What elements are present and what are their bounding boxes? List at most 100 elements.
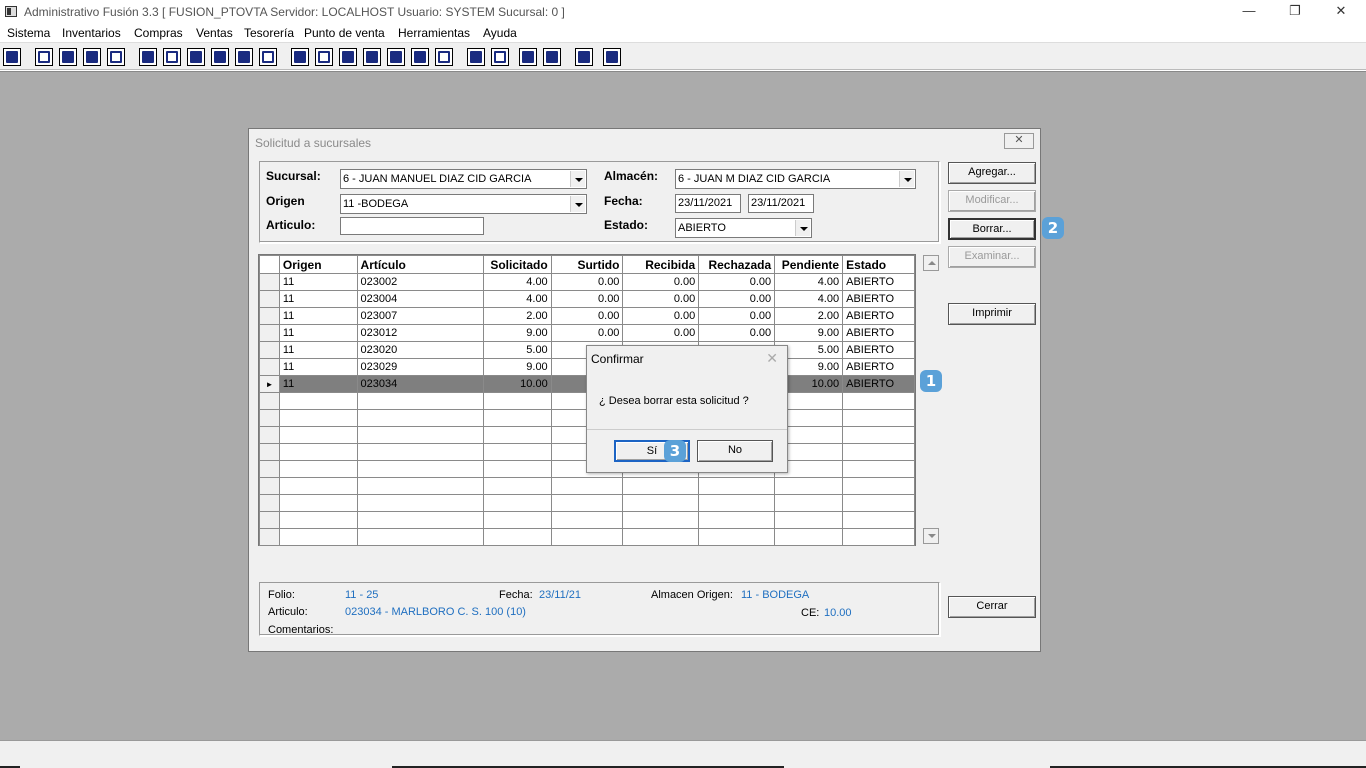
toolbar-add-icon[interactable] [363,48,381,66]
chevron-down-icon[interactable] [570,196,585,212]
cell-solicitado[interactable] [482,460,552,478]
menu-ventas[interactable]: Ventas [196,26,233,40]
empty-row[interactable] [259,511,915,529]
cell-estado[interactable] [842,460,915,478]
row-indicator[interactable] [259,477,280,495]
table-row[interactable]: 11 023012 9.00 0.00 0.00 0.00 9.00 ABIERTO [259,324,915,342]
column-header-articulo[interactable]: Artículo [356,255,484,274]
cell-estado[interactable] [842,409,915,427]
cell-recibida[interactable]: 0.00 [622,290,700,308]
toolbar-clipboard-icon[interactable] [59,48,77,66]
confirm-close-icon[interactable]: ✕ [766,350,778,367]
toolbar-list-icon[interactable] [259,48,277,66]
column-header-rechazada[interactable]: Rechazada [698,255,776,274]
cell-origen[interactable] [278,528,358,546]
fecha-from-input[interactable]: 23/11/2021 [675,194,741,213]
toolbar-home-icon[interactable] [467,48,485,66]
cell-origen[interactable] [278,477,358,495]
cell-rechazada[interactable] [698,494,776,512]
cell-solicitado[interactable]: 5.00 [482,341,552,359]
cell-solicitado[interactable]: 4.00 [482,290,552,308]
cell-recibida[interactable] [622,511,700,529]
toolbar-document-icon[interactable] [235,48,253,66]
menu-compras[interactable]: Compras [134,26,183,40]
row-indicator[interactable] [259,426,280,444]
cell-origen[interactable] [278,460,358,478]
almacen-select[interactable]: 6 - JUAN M DIAZ CID GARCIA [675,169,916,189]
menu-punto-de-venta[interactable]: Punto de venta [304,26,385,40]
cell-origen[interactable]: 11 [278,341,358,359]
column-header-estado[interactable]: Estado [842,255,915,274]
row-indicator[interactable] [259,460,280,478]
table-row[interactable]: 11 023004 4.00 0.00 0.00 0.00 4.00 ABIERTO [259,290,915,308]
row-indicator[interactable] [259,307,280,325]
toolbar-search-icon[interactable] [107,48,125,66]
cell-surtido[interactable]: 0.00 [550,307,624,325]
close-button[interactable]: ✕ [1318,0,1364,24]
cell-surtido[interactable]: 0.00 [550,273,624,291]
row-indicator[interactable] [259,511,280,529]
cell-rechazada[interactable] [698,511,776,529]
toolbar-back-icon[interactable] [575,48,593,66]
row-indicator[interactable] [259,341,280,359]
menu-sistema[interactable]: Sistema [7,26,50,40]
cell-articulo[interactable] [356,409,484,427]
cell-articulo[interactable]: 023004 [356,290,484,308]
row-indicator[interactable] [259,409,280,427]
toolbar-transfer-icon[interactable] [83,48,101,66]
cell-surtido[interactable] [550,477,624,495]
agregar-button[interactable]: Agregar... [948,162,1036,184]
toolbar-calculator-icon[interactable] [3,48,21,66]
cell-rechazada[interactable]: 0.00 [698,307,776,325]
row-indicator[interactable] [259,273,280,291]
table-row[interactable]: 11 023007 2.00 0.00 0.00 0.00 2.00 ABIERTO [259,307,915,325]
cell-articulo[interactable]: 023020 [356,341,484,359]
cell-solicitado[interactable] [482,426,552,444]
menu-inventarios[interactable]: Inventarios [62,26,121,40]
cell-estado[interactable] [842,494,915,512]
menu-herramientas[interactable]: Herramientas [398,26,470,40]
examinar-button[interactable]: Examinar... [948,246,1036,268]
toolbar-refresh-icon[interactable] [519,48,537,66]
cell-origen[interactable] [278,494,358,512]
cell-estado[interactable]: ABIERTO [842,375,915,393]
cell-solicitado[interactable] [482,392,552,410]
chevron-down-icon[interactable] [795,220,810,236]
cell-articulo[interactable] [356,426,484,444]
cell-origen[interactable] [278,426,358,444]
sucursal-select[interactable]: 6 - JUAN MANUEL DIAZ CID GARCIA [340,169,587,189]
cell-rechazada[interactable]: 0.00 [698,290,776,308]
toolbar-export-icon[interactable] [339,48,357,66]
toolbar-import-icon[interactable] [187,48,205,66]
cell-articulo[interactable]: 023034 [356,375,484,393]
toolbar-copy-icon[interactable] [35,48,53,66]
cell-estado[interactable] [842,511,915,529]
row-indicator[interactable] [259,528,280,546]
cell-origen[interactable]: 11 [278,307,358,325]
toolbar-note-icon[interactable] [411,48,429,66]
toolbar-report-icon[interactable] [435,48,453,66]
origen-select[interactable]: 11 -BODEGA [340,194,587,214]
menu-tesoreria[interactable]: Tesorería [244,26,294,40]
cell-origen[interactable]: 11 [278,273,358,291]
cell-surtido[interactable] [550,511,624,529]
cell-articulo[interactable] [356,528,484,546]
toolbar-zoom-icon[interactable] [491,48,509,66]
cerrar-button[interactable]: Cerrar [948,596,1036,618]
cell-estado[interactable]: ABIERTO [842,324,915,342]
row-indicator[interactable] [259,392,280,410]
menu-ayuda[interactable]: Ayuda [483,26,517,40]
cell-origen[interactable]: 11 [278,358,358,376]
chevron-down-icon[interactable] [570,171,585,187]
cell-recibida[interactable]: 0.00 [622,307,700,325]
cell-rechazada[interactable] [698,477,776,495]
empty-row[interactable] [259,494,915,512]
cell-recibida[interactable]: 0.00 [622,324,700,342]
cell-origen[interactable]: 11 [278,375,358,393]
dialog-close-icon[interactable]: ✕ [1004,133,1034,149]
cell-rechazada[interactable]: 0.00 [698,273,776,291]
cell-solicitado[interactable]: 2.00 [482,307,552,325]
cell-estado[interactable] [842,528,915,546]
cell-origen[interactable]: 11 [278,290,358,308]
cell-recibida[interactable]: 0.00 [622,273,700,291]
